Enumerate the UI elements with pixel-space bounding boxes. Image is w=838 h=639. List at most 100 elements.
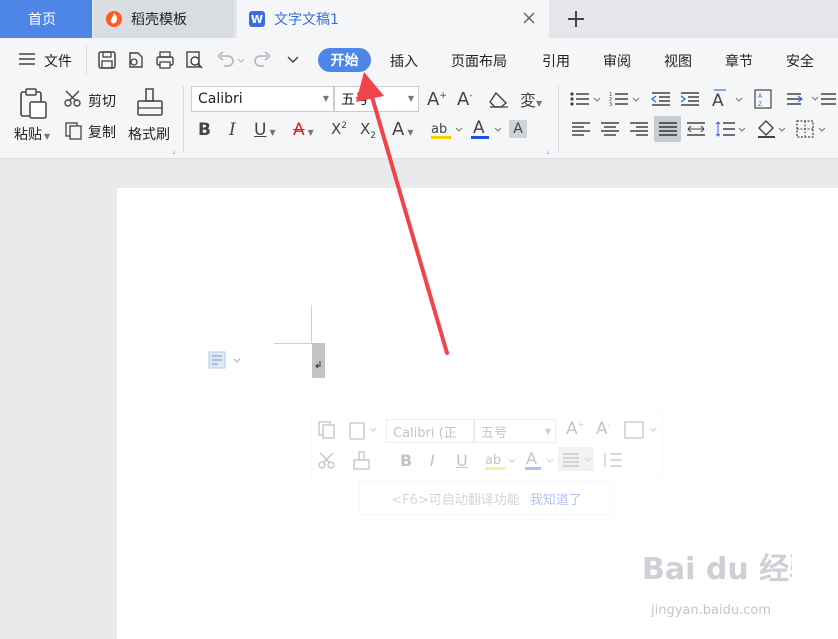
svg-text:3: 3 xyxy=(609,102,612,107)
format-painter-icon[interactable] xyxy=(136,88,164,118)
chevron-down-icon: ▼ xyxy=(322,94,329,103)
underline-icon[interactable]: U ▼ xyxy=(254,120,276,140)
hamburger-menu-icon[interactable] xyxy=(18,52,36,66)
change-case-icon[interactable]: A xyxy=(711,87,743,109)
file-menu[interactable]: 文件 xyxy=(44,51,72,71)
align-center-icon[interactable] xyxy=(600,121,620,137)
menu-references[interactable]: 引用 xyxy=(542,51,570,71)
copy-icon[interactable] xyxy=(65,122,83,140)
floating-mini-toolbar[interactable]: Calibri (正 五号 ▼ A+ A- B I U ab A xyxy=(311,414,663,479)
paste-button[interactable]: 粘贴 ▼ xyxy=(14,124,50,144)
tab-bar: 首页 稻壳模板 W 文字文稿1 xyxy=(0,0,838,38)
writer-doc-icon: W xyxy=(249,11,265,27)
styles-icon[interactable] xyxy=(624,421,658,439)
svg-text:A: A xyxy=(712,91,724,109)
bold-icon[interactable]: B xyxy=(400,451,412,470)
align-left-icon[interactable] xyxy=(571,121,591,137)
justify-icon[interactable] xyxy=(558,447,594,471)
distributed-align-icon[interactable] xyxy=(686,121,706,137)
scissors-icon[interactable] xyxy=(318,452,338,470)
eraser-icon[interactable] xyxy=(488,90,510,108)
align-right-icon[interactable] xyxy=(629,121,649,137)
daoke-logo-icon xyxy=(106,11,122,27)
translate-hint-text: <F6>可启动翻译功能 xyxy=(391,492,520,508)
got-it-link[interactable]: 我知道了 xyxy=(530,489,582,508)
print-preview-icon[interactable] xyxy=(184,50,204,70)
undo-icon[interactable] xyxy=(216,51,244,69)
line-numbering-icon[interactable] xyxy=(820,90,838,108)
italic-icon[interactable]: I xyxy=(229,120,236,140)
borders-icon[interactable] xyxy=(796,120,828,138)
numbered-list-icon[interactable]: 123 xyxy=(609,91,641,107)
svg-text:ab: ab xyxy=(485,453,501,468)
font-color-icon[interactable]: A xyxy=(470,118,504,140)
font-color-icon[interactable]: A xyxy=(524,449,558,471)
justify-icon[interactable] xyxy=(654,116,681,142)
divider xyxy=(183,86,184,152)
quick-access-dropdown-icon[interactable] xyxy=(286,54,300,66)
tab-home-label: 首页 xyxy=(28,12,56,28)
new-tab-plus-icon[interactable] xyxy=(566,9,586,29)
tab-template-label: 稻壳模板 xyxy=(131,12,187,28)
underline-icon[interactable]: U xyxy=(456,451,468,470)
dialog-launcher-icon[interactable]: ⌟ xyxy=(172,146,176,155)
line-spacing-icon[interactable] xyxy=(715,120,747,138)
baidu-watermark-logo: Bai du 经验 xyxy=(642,545,792,595)
tab-template[interactable]: 稻壳模板 xyxy=(94,0,234,38)
divider xyxy=(86,46,87,74)
paragraph-layout-icon[interactable] xyxy=(208,351,242,369)
dialog-launcher-icon[interactable]: ⌟ xyxy=(546,146,550,155)
font-name-value: Calibri (正 xyxy=(393,425,457,441)
font-size-value: 五号 xyxy=(481,425,508,441)
scissors-icon[interactable] xyxy=(64,90,86,108)
copy-icon[interactable] xyxy=(318,421,336,439)
close-icon[interactable] xyxy=(521,10,537,26)
line-spacing-icon[interactable] xyxy=(602,451,634,469)
bold-icon[interactable]: B xyxy=(198,120,211,140)
font-name-select[interactable]: Calibri (正 xyxy=(386,419,474,443)
margin-mark xyxy=(274,343,312,344)
menu-review[interactable]: 审阅 xyxy=(603,51,631,71)
text-direction-icon[interactable] xyxy=(786,90,820,108)
cut-button[interactable]: 剪切 xyxy=(88,91,116,111)
text-cursor-selection xyxy=(312,343,325,378)
annotation-arrow xyxy=(340,60,460,360)
paste-label: 粘贴 xyxy=(14,127,42,143)
increase-indent-icon[interactable] xyxy=(680,91,700,107)
font-name-value: Calibri xyxy=(198,91,243,107)
save-icon[interactable] xyxy=(97,50,117,70)
font-size-select[interactable]: 五号 ▼ xyxy=(474,419,556,443)
paste-icon[interactable] xyxy=(18,88,48,120)
copy-button[interactable]: 复制 xyxy=(88,122,116,142)
svg-text:A: A xyxy=(473,118,485,138)
menu-security[interactable]: 安全 xyxy=(786,51,814,71)
italic-icon[interactable]: I xyxy=(430,451,435,470)
chevron-down-icon: ▼ xyxy=(544,427,551,436)
decrease-indent-icon[interactable] xyxy=(651,91,671,107)
menu-view[interactable]: 视图 xyxy=(664,51,692,71)
tab-document[interactable]: W 文字文稿1 xyxy=(237,0,549,38)
highlight-icon[interactable]: ab xyxy=(484,451,518,471)
output-pdf-icon[interactable] xyxy=(126,50,146,70)
translate-hint-banner: <F6>可启动翻译功能 我知道了 xyxy=(359,481,614,515)
redo-icon[interactable] xyxy=(252,51,272,69)
svg-text:A: A xyxy=(758,93,763,100)
svg-text:A: A xyxy=(526,449,537,468)
margin-mark xyxy=(311,305,312,343)
format-painter-icon[interactable] xyxy=(352,451,372,471)
tab-home[interactable]: 首页 xyxy=(0,0,92,38)
font-name-select[interactable]: Calibri ▼ xyxy=(191,86,334,112)
pinyin-guide-icon[interactable]: 変▼ xyxy=(520,87,542,111)
paste-icon[interactable] xyxy=(348,420,378,440)
format-painter-button[interactable]: 格式刷 xyxy=(128,124,170,144)
sort-icon[interactable]: AZ xyxy=(754,89,772,109)
strikethrough-icon[interactable]: A ▼ xyxy=(293,120,314,140)
print-icon[interactable] xyxy=(155,50,175,70)
character-shading-icon[interactable]: A xyxy=(509,120,527,138)
decrease-font-size-icon[interactable]: A- xyxy=(596,419,611,439)
menu-section[interactable]: 章节 xyxy=(725,51,753,71)
bullet-list-icon[interactable] xyxy=(570,91,602,107)
increase-font-size-icon[interactable]: A+ xyxy=(566,419,584,439)
watermark-url: jingyan.baidu.com xyxy=(651,603,771,618)
shading-bucket-icon[interactable] xyxy=(757,119,787,139)
